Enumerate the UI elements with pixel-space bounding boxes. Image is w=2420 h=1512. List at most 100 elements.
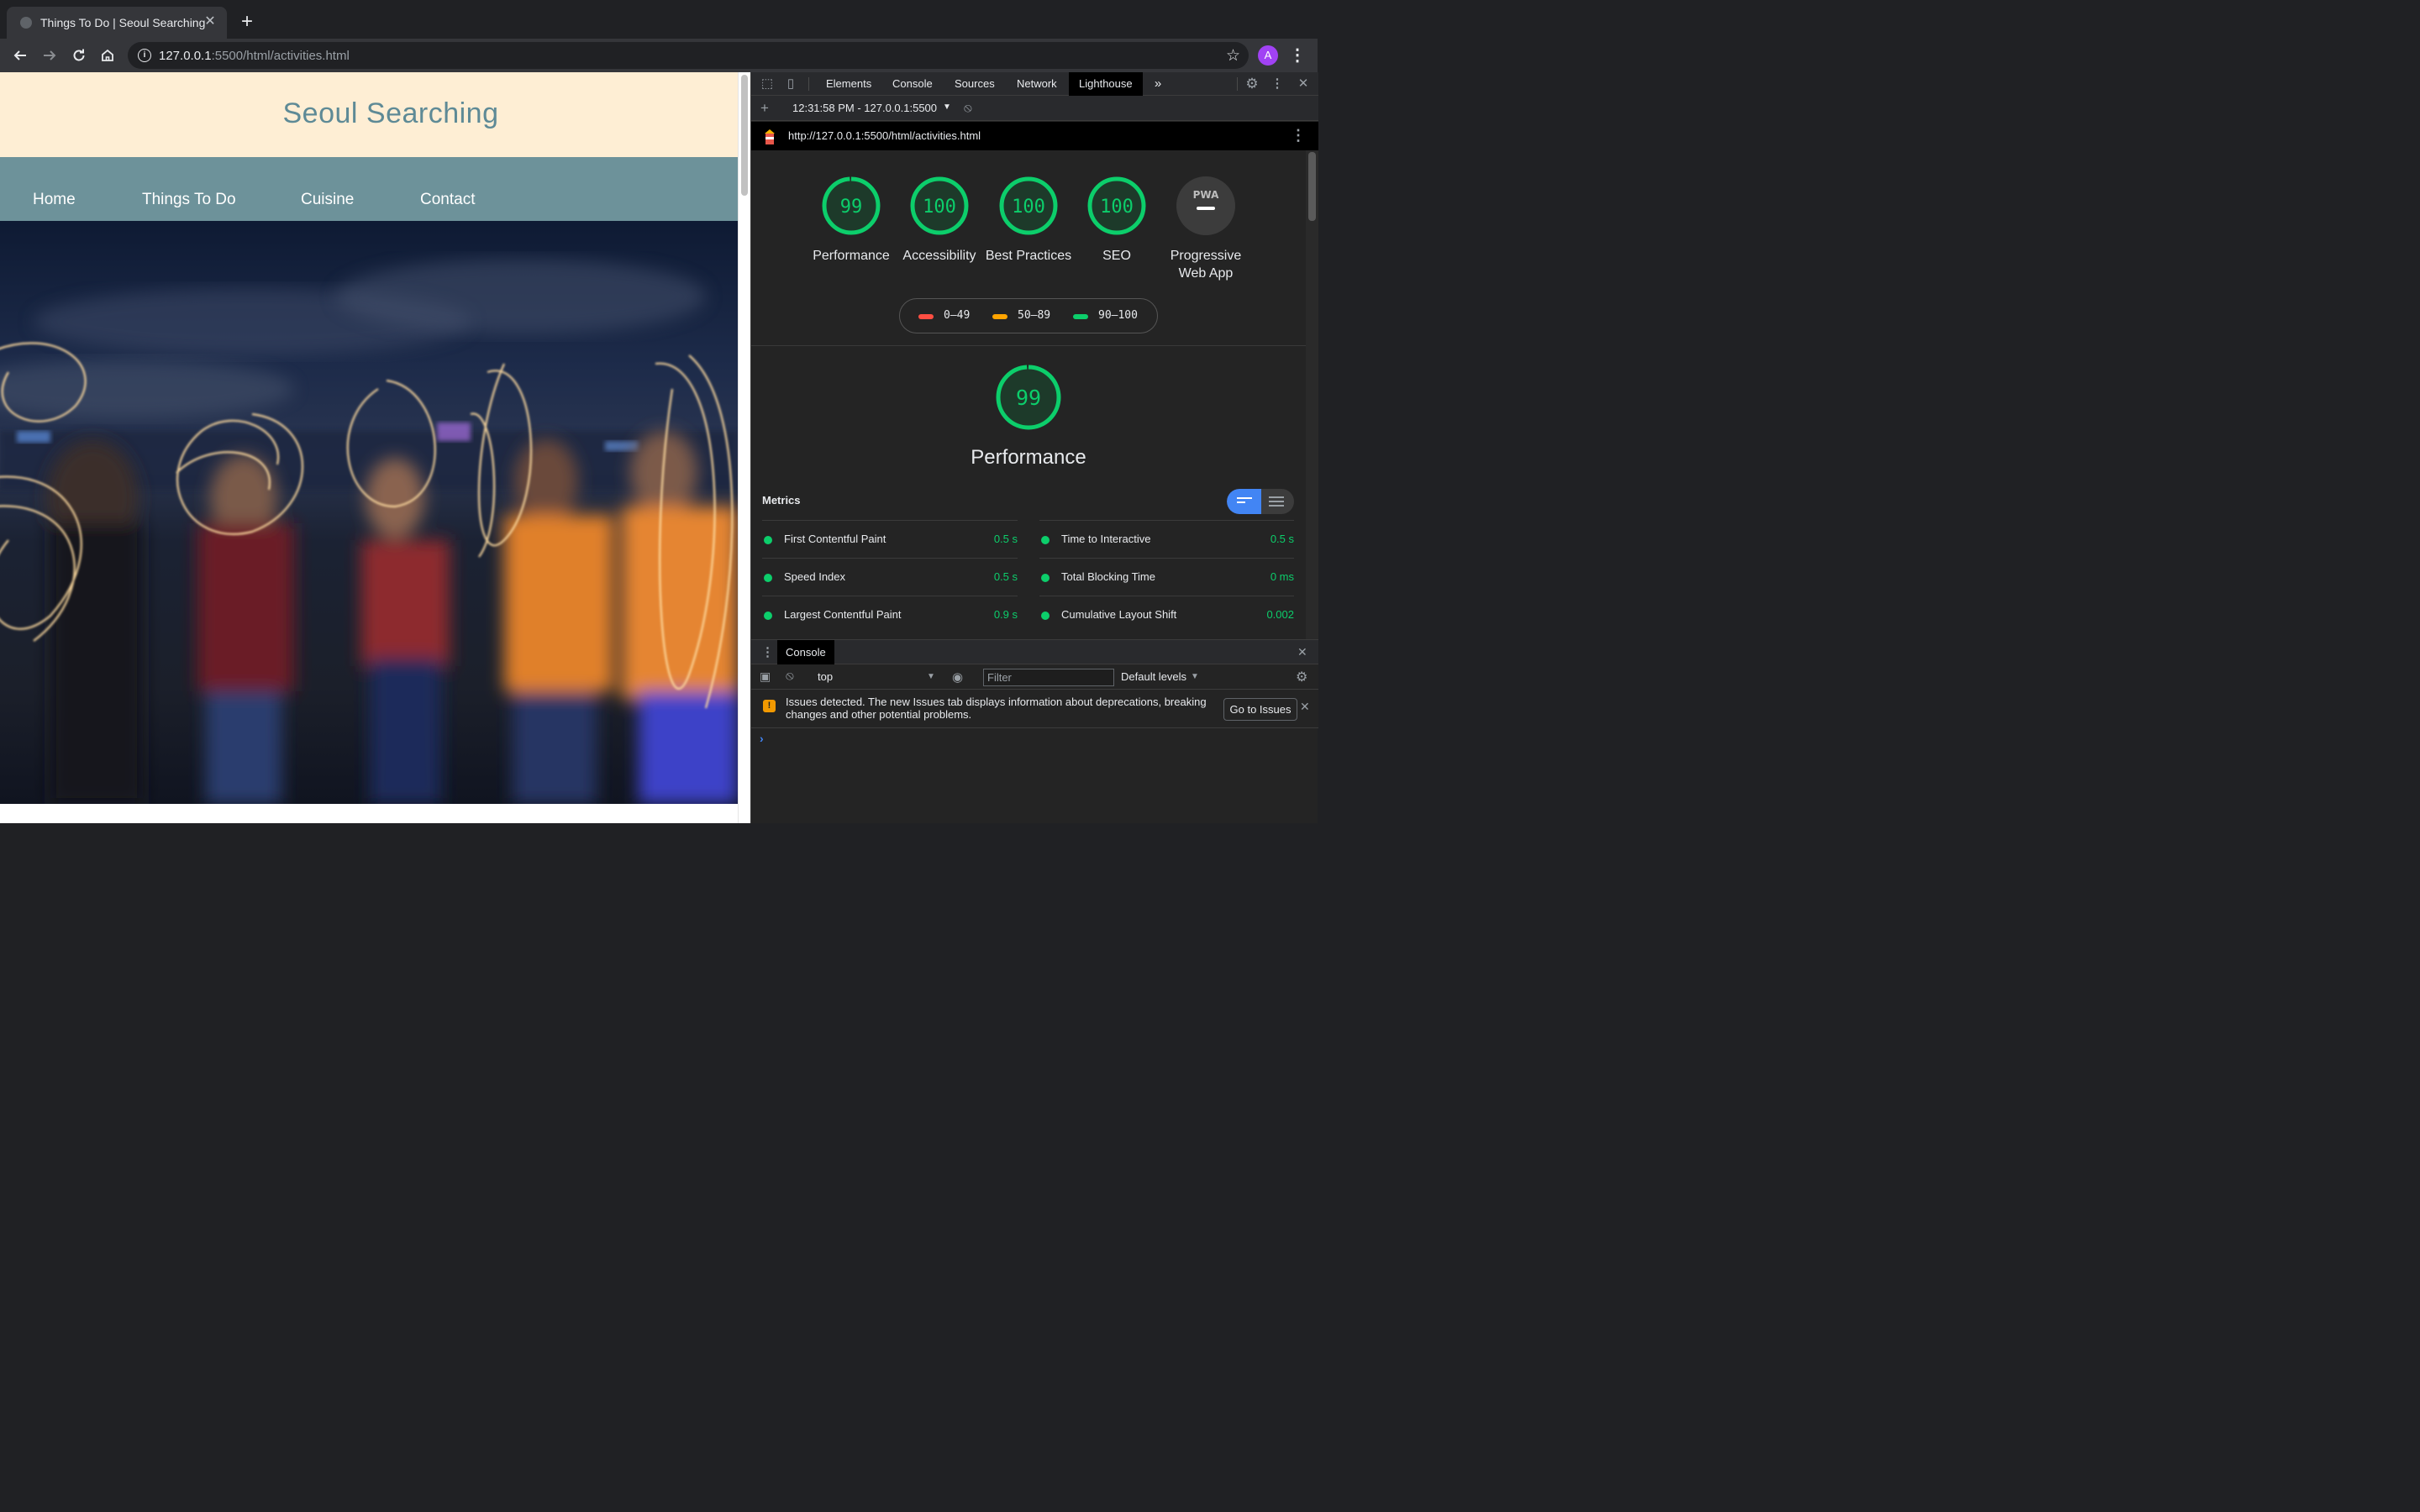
report-url[interactable]: http://127.0.0.1:5500/html/activities.ht… — [788, 129, 981, 142]
info-icon[interactable]: i — [138, 49, 151, 62]
pass-indicator — [1041, 612, 1050, 620]
console-prompt[interactable]: › — [760, 732, 764, 745]
compact-view-button[interactable] — [1227, 489, 1261, 514]
metric-largest-contentful-paint[interactable]: Largest Contentful Paint 0.9 s — [762, 596, 1018, 633]
gauge-pwa[interactable]: PWA Progressive Web App — [1160, 176, 1252, 282]
nav-link-home[interactable]: Home — [33, 191, 76, 209]
tab-network[interactable]: Network — [1007, 72, 1067, 96]
gauge-ring: 99 — [822, 176, 881, 235]
new-tab-button[interactable]: + — [237, 12, 257, 32]
report-menu-icon[interactable]: ⋮ — [1291, 127, 1306, 144]
pass-indicator — [764, 612, 772, 620]
back-button[interactable] — [8, 44, 32, 67]
tab-elements[interactable]: Elements — [816, 72, 881, 96]
score-legend: 0–49 50–89 90–100 — [899, 298, 1158, 333]
chevron-down-icon[interactable]: ▼ — [927, 672, 935, 681]
settings-gear-icon[interactable]: ⚙ — [1244, 76, 1260, 92]
performance-gauge-large[interactable]: 99 — [995, 364, 1062, 431]
gauge-seo[interactable]: 100 SEO — [1071, 176, 1163, 265]
chevron-down-icon[interactable]: ▼ — [943, 102, 951, 112]
go-to-issues-button[interactable]: Go to Issues — [1223, 698, 1297, 721]
metric-time-to-interactive[interactable]: Time to Interactive 0.5 s — [1039, 520, 1294, 557]
site-header: Seoul Searching — [0, 72, 738, 157]
arrow-left-icon — [13, 50, 26, 60]
metric-name: Speed Index — [784, 570, 846, 583]
live-expression-eye-icon[interactable]: ◉ — [952, 669, 963, 685]
device-toolbar-icon[interactable]: ▯ — [783, 76, 798, 92]
tab-sources[interactable]: Sources — [944, 72, 1005, 96]
pwa-badge-icon: PWA — [1176, 176, 1235, 235]
close-tab-icon[interactable]: ✕ — [202, 13, 218, 30]
gauge-label: Accessibility — [902, 249, 976, 263]
clear-reports-icon[interactable]: ⦸ — [964, 101, 972, 115]
console-settings-gear-icon[interactable]: ⚙ — [1296, 669, 1307, 685]
log-levels-dropdown[interactable]: Default levels — [1121, 670, 1186, 683]
report-scrollbar[interactable] — [1306, 150, 1318, 639]
nav-link-cuisine[interactable]: Cuisine — [301, 191, 354, 209]
drawer-menu-icon[interactable]: ⋮ — [761, 644, 774, 659]
gauge-accessibility[interactable]: 100 Accessibility — [893, 176, 986, 265]
compact-view-icon — [1237, 497, 1252, 503]
legend-swatch-average — [992, 314, 1007, 319]
report-scrollbar-thumb[interactable] — [1308, 152, 1316, 221]
report-selector[interactable]: 12:31:58 PM - 127.0.0.1:5500 — [792, 102, 937, 114]
pass-indicator — [764, 574, 772, 582]
legend-swatch-fail — [918, 314, 934, 319]
performance-title: Performance — [971, 446, 1086, 469]
inspect-element-icon[interactable]: ⬚ — [760, 76, 775, 92]
browser-tab[interactable]: Things To Do | Seoul Searching ✕ — [7, 7, 227, 39]
nav-link-things-to-do[interactable]: Things To Do — [142, 191, 236, 209]
lighthouse-report-urlbar: http://127.0.0.1:5500/html/activities.ht… — [751, 122, 1318, 150]
pwa-badge-text: PWA — [1193, 189, 1219, 201]
metric-value: 0.5 s — [1270, 533, 1294, 545]
issues-banner: ! Issues detected. The new Issues tab di… — [751, 690, 1318, 728]
expanded-view-icon[interactable] — [1269, 496, 1284, 507]
gauge-best-practices[interactable]: 100 Best Practices — [982, 176, 1075, 265]
close-devtools-icon[interactable]: ✕ — [1296, 76, 1311, 92]
gauge-ring: 100 — [910, 176, 969, 235]
reload-button[interactable] — [67, 44, 91, 67]
lighthouse-toolbar: + 12:31:58 PM - 127.0.0.1:5500 ▼ ⦸ — [751, 96, 1318, 121]
metric-cumulative-layout-shift[interactable]: Cumulative Layout Shift 0.002 — [1039, 596, 1294, 633]
gauge-performance[interactable]: 99 Performance — [805, 176, 897, 265]
devtools-menu-icon[interactable]: ⋮ — [1270, 76, 1285, 92]
home-button[interactable] — [96, 44, 119, 67]
address-bar[interactable]: i 127.0.0.1:5500/html/activities.html ☆ — [128, 42, 1249, 69]
nav-link-contact[interactable]: Contact — [420, 191, 475, 209]
profile-avatar[interactable]: A — [1258, 45, 1278, 66]
site-title: Seoul Searching — [282, 97, 499, 129]
page-scrollbar-thumb[interactable] — [741, 75, 748, 196]
gauge-score: 100 — [923, 197, 956, 218]
drawer-tab-console[interactable]: Console — [777, 640, 834, 664]
more-tabs-icon[interactable]: » — [1150, 76, 1165, 92]
address-url: 127.0.0.1:5500/html/activities.html — [159, 49, 350, 63]
forward-button[interactable] — [38, 44, 61, 67]
metric-total-blocking-time[interactable]: Total Blocking Time 0 ms — [1039, 558, 1294, 595]
metric-value: 0.002 — [1266, 608, 1294, 621]
metric-speed-index[interactable]: Speed Index 0.5 s — [762, 558, 1018, 595]
page-viewport: Seoul Searching Home Things To Do Cuisin… — [0, 72, 738, 823]
tab-lighthouse[interactable]: Lighthouse — [1069, 72, 1143, 96]
page-scrollbar[interactable] — [738, 72, 750, 823]
tab-console[interactable]: Console — [882, 72, 943, 96]
close-drawer-icon[interactable]: ✕ — [1297, 645, 1307, 659]
gauge-score: 100 — [1100, 197, 1134, 218]
drawer-tabbar: ⋮ Console ✕ — [751, 639, 1318, 664]
gauge-label: Performance — [813, 249, 890, 263]
metric-first-contentful-paint[interactable]: First Contentful Paint 0.5 s — [762, 520, 1018, 557]
metrics-view-toggle[interactable] — [1227, 489, 1294, 514]
chevron-down-icon[interactable]: ▼ — [1191, 672, 1199, 681]
new-report-plus-icon[interactable]: + — [760, 100, 769, 117]
gauge-ring: 100 — [999, 176, 1058, 235]
gauge-label: Progressive Web App — [1170, 249, 1242, 281]
browser-menu-icon[interactable]: ⋮ — [1287, 44, 1307, 67]
metric-value: 0.9 s — [993, 608, 1018, 621]
bookmark-star-icon[interactable]: ☆ — [1226, 46, 1240, 66]
console-filter-input[interactable]: Filter — [983, 669, 1114, 686]
clear-console-icon[interactable]: ⦸ — [786, 669, 794, 683]
hero-photo — [0, 221, 738, 804]
gauge-score: 100 — [1012, 197, 1045, 218]
sidebar-toggle-icon[interactable]: ▣ — [760, 669, 771, 684]
dismiss-banner-icon[interactable]: ✕ — [1300, 700, 1310, 714]
context-selector[interactable]: top — [818, 670, 833, 683]
